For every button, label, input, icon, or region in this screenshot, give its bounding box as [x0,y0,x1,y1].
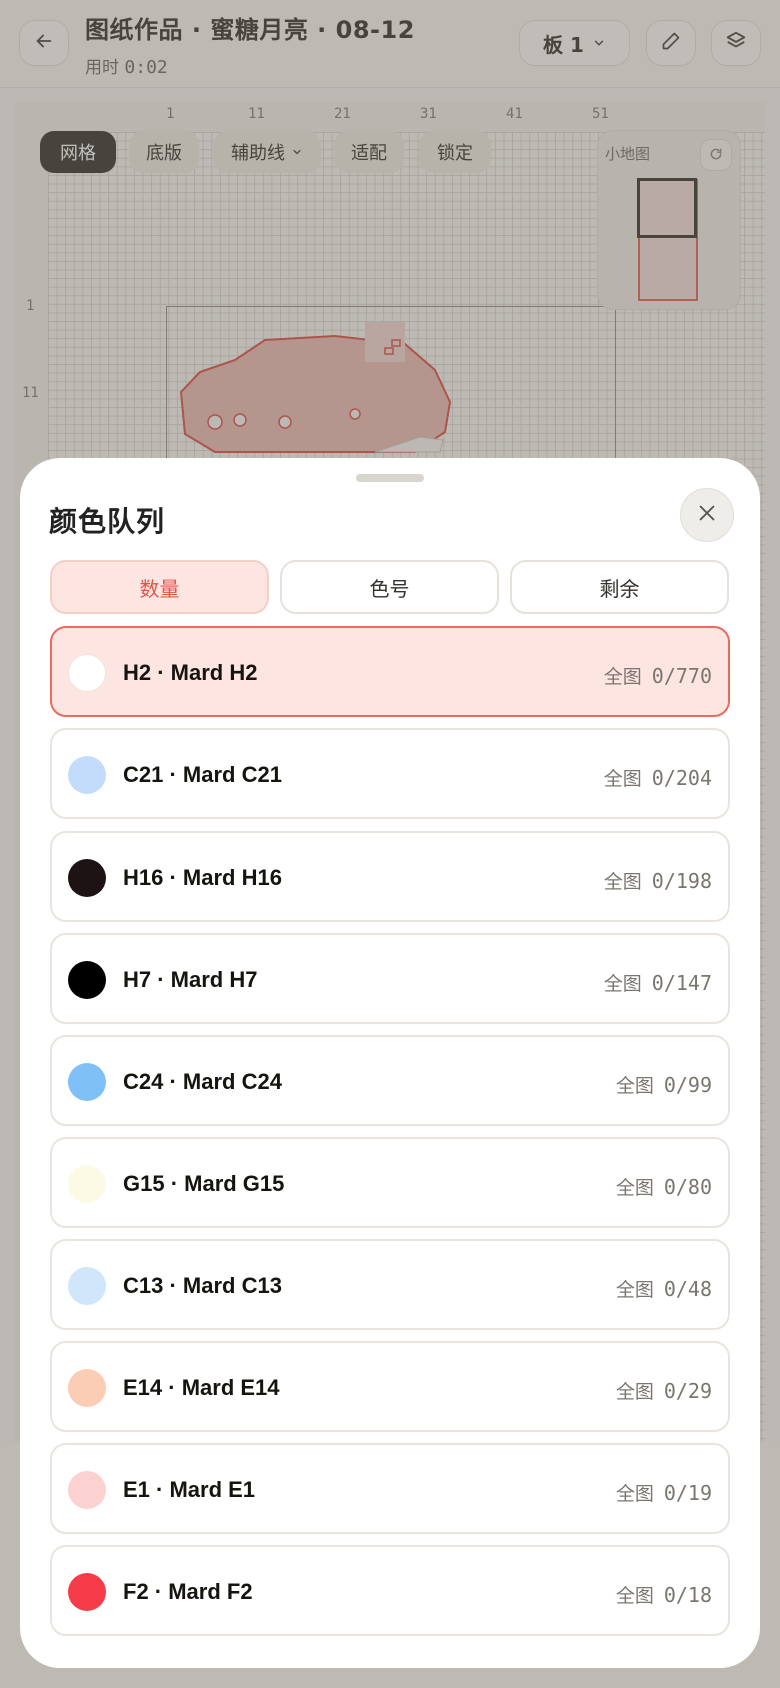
color-row[interactable]: C24 · Mard C24 全图 0/99 [50,1035,730,1126]
color-label: H16 · Mard H16 [123,865,282,890]
color-scope: 全图 [615,1279,654,1301]
color-label: H7 · Mard H7 [123,967,258,992]
color-swatch [68,756,106,794]
sort-tab-code[interactable]: 色号 [280,560,499,614]
color-row[interactable]: E14 · Mard E14 全图 0/29 [50,1341,730,1432]
sheet-title: 颜色队列 [49,505,166,538]
color-scope: 全图 [603,666,642,688]
color-swatch [68,1267,106,1305]
color-row[interactable]: H7 · Mard H7 全图 0/147 [50,933,730,1024]
sort-tab-label: 色号 [369,576,410,601]
color-label: E14 · Mard E14 [123,1375,280,1400]
color-scope: 全图 [603,871,642,893]
color-label: E1 · Mard E1 [123,1477,256,1502]
color-count: 0/204 [651,766,712,790]
color-swatch [68,1165,106,1203]
color-queue-sheet: 颜色队列 数量 色号 剩余 H2 · Mard H2 全图 0/770 C21 … [20,458,760,1668]
color-progress: 全图 0/48 [616,1275,712,1302]
sort-tab-label: 剩余 [599,576,640,601]
color-swatch [68,1471,106,1509]
color-scope: 全图 [615,1075,654,1097]
color-count: 0/147 [651,971,712,995]
color-row[interactable]: H2 · Mard H2 全图 0/770 [50,626,730,717]
color-swatch [68,1063,106,1101]
color-swatch [68,1369,106,1407]
sort-tab-remaining[interactable]: 剩余 [510,560,729,614]
sort-tab-quantity[interactable]: 数量 [50,560,269,614]
color-label: C21 · Mard C21 [123,762,282,787]
color-row[interactable]: C13 · Mard C13 全图 0/48 [50,1239,730,1330]
color-row[interactable]: H16 · Mard H16 全图 0/198 [50,831,730,922]
color-count: 0/198 [651,869,712,893]
color-row[interactable]: E1 · Mard E1 全图 0/19 [50,1443,730,1534]
sort-tab-label: 数量 [139,576,180,601]
color-progress: 全图 0/18 [616,1581,712,1608]
close-icon [696,502,718,528]
color-swatch [68,961,106,999]
color-count: 0/18 [663,1583,712,1607]
color-scope: 全图 [615,1381,654,1403]
color-progress: 全图 0/80 [616,1173,712,1200]
color-label: C24 · Mard C24 [123,1069,282,1094]
color-count: 0/99 [663,1073,712,1097]
color-swatch [68,1573,106,1611]
color-label: C13 · Mard C13 [123,1273,282,1298]
color-progress: 全图 0/204 [604,764,712,791]
color-swatch [68,654,106,692]
color-scope: 全图 [615,1483,654,1505]
color-row[interactable]: C21 · Mard C21 全图 0/204 [50,728,730,819]
color-row[interactable]: F2 · Mard F2 全图 0/18 [50,1545,730,1636]
color-scope: 全图 [603,973,642,995]
color-progress: 全图 0/99 [616,1071,712,1098]
color-count: 0/19 [663,1481,712,1505]
color-scope: 全图 [615,1585,654,1607]
color-scope: 全图 [615,1177,654,1199]
sheet-grabber[interactable] [356,474,424,482]
color-count: 0/80 [663,1175,712,1199]
close-button[interactable] [680,488,734,542]
color-label: H2 · Mard H2 [123,660,258,685]
color-swatch [68,859,106,897]
color-scope: 全图 [603,768,642,790]
color-count: 0/48 [663,1277,712,1301]
color-label: G15 · Mard G15 [123,1171,285,1196]
color-progress: 全图 0/147 [604,969,712,996]
color-row[interactable]: G15 · Mard G15 全图 0/80 [50,1137,730,1228]
color-progress: 全图 0/770 [604,662,712,689]
color-progress: 全图 0/19 [616,1479,712,1506]
color-label: F2 · Mard F2 [123,1579,253,1604]
color-progress: 全图 0/198 [604,867,712,894]
color-progress: 全图 0/29 [616,1377,712,1404]
color-count: 0/29 [663,1379,712,1403]
color-count: 0/770 [651,664,712,688]
